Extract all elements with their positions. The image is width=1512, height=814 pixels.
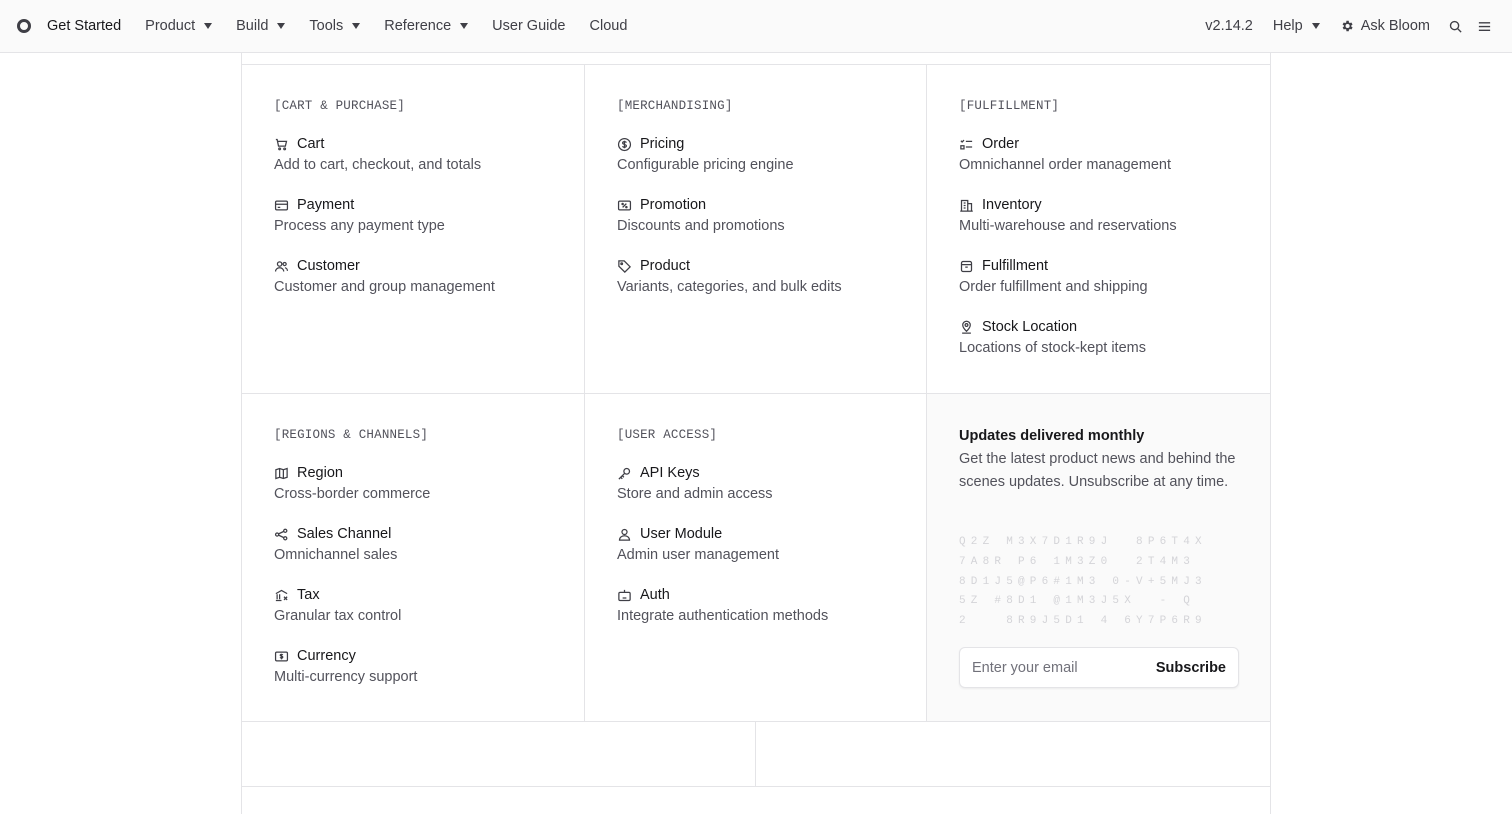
search-icon — [1449, 20, 1462, 33]
module-auth[interactable]: Auth Integrate authentication methods — [617, 585, 828, 624]
module-stock-location[interactable]: Stock Location Locations of stock-kept i… — [959, 317, 1146, 356]
box-icon — [960, 260, 973, 272]
section-label: [FULFILLMENT] — [959, 99, 1060, 113]
module-tax[interactable]: Tax Granular tax control — [274, 585, 401, 624]
nav-build[interactable]: Build — [236, 18, 286, 34]
section-label: [USER ACCESS] — [617, 428, 718, 442]
user-icon — [618, 528, 631, 541]
caret-down-icon — [460, 23, 469, 29]
key-icon — [618, 467, 631, 480]
module-product[interactable]: Product Variants, categories, and bulk e… — [617, 256, 842, 295]
section-label: [REGIONS & CHANNELS] — [274, 428, 429, 442]
caret-down-icon — [277, 23, 286, 29]
grid-divider — [241, 721, 1271, 722]
module-currency[interactable]: Currency Multi-currency support — [274, 646, 417, 685]
grid-divider — [755, 722, 756, 786]
robot-icon — [618, 589, 631, 601]
module-api-keys[interactable]: API Keys Store and admin access — [617, 463, 773, 502]
section-label: [CART & PURCHASE] — [274, 99, 405, 113]
menu-icon — [1478, 21, 1491, 31]
nav-tools[interactable]: Tools — [309, 18, 361, 34]
top-navbar: Get Started Product Build Tools Referenc… — [0, 0, 1512, 53]
section-merchandising: [MERCHANDISING] Pricing Configurable pri… — [617, 99, 917, 379]
email-input[interactable] — [960, 659, 1140, 676]
search-button[interactable] — [1448, 19, 1463, 34]
section-regions-channels: [REGIONS & CHANNELS] Region Cross-border… — [274, 428, 574, 708]
nav-product[interactable]: Product — [145, 18, 213, 34]
receipt-percent-icon — [617, 200, 632, 210]
nav-left: Get Started Product Build Tools Referenc… — [0, 0, 651, 52]
grid-divider — [241, 786, 1271, 787]
section-user-access: [USER ACCESS] API Keys Store and admin a… — [617, 428, 917, 708]
map-icon — [275, 467, 288, 479]
section-cart-purchase: [CART & PURCHASE] Cart Add to cart, chec… — [274, 99, 574, 379]
newsletter-description: Get the latest product news and behind t… — [959, 451, 1236, 490]
nav-right: v2.14.2 Help Ask Bloom — [1205, 0, 1512, 52]
module-order[interactable]: Order Omnichannel order management — [959, 134, 1171, 173]
module-customer[interactable]: Customer Customer and group management — [274, 256, 495, 295]
caret-down-icon — [352, 23, 361, 29]
module-fulfillment[interactable]: Fulfillment Order fulfillment and shippi… — [959, 256, 1148, 295]
nav-cloud[interactable]: Cloud — [590, 18, 628, 34]
decorative-noise-text: Q2Z M3X7D1R9J 8P6T4X 7A8R P6 1M3Z0 2T4M3 8… — [959, 536, 1207, 628]
nav-user-guide[interactable]: User Guide — [492, 18, 565, 34]
version-selector[interactable]: v2.14.2 — [1205, 18, 1253, 34]
checklist-icon — [960, 139, 973, 149]
banknote-icon — [274, 651, 289, 661]
module-pricing[interactable]: Pricing Configurable pricing engine — [617, 134, 794, 173]
module-promotion[interactable]: Promotion Discounts and promotions — [617, 195, 785, 234]
module-payment[interactable]: Payment Process any payment type — [274, 195, 445, 234]
module-inventory[interactable]: Inventory Multi-warehouse and reservatio… — [959, 195, 1177, 234]
users-icon — [274, 260, 289, 272]
nav-reference[interactable]: Reference — [384, 18, 469, 34]
module-user[interactable]: User Module Admin user management — [617, 524, 779, 563]
gear-icon — [1342, 20, 1353, 32]
module-cart[interactable]: Cart Add to cart, checkout, and totals — [274, 134, 481, 173]
grid-border-right — [1270, 53, 1271, 814]
newsletter: Updates delivered monthly Get the latest… — [959, 428, 1249, 493]
nav-help[interactable]: Help — [1273, 18, 1320, 34]
currency-dollar-icon — [617, 137, 632, 151]
grid-divider — [584, 64, 585, 721]
logo-icon[interactable] — [17, 19, 31, 33]
grid-border-left — [241, 53, 242, 814]
module-region[interactable]: Region Cross-border commerce — [274, 463, 430, 502]
module-sales-channel[interactable]: Sales Channel Omnichannel sales — [274, 524, 397, 563]
building-icon — [960, 199, 973, 212]
map-pin-icon — [962, 320, 971, 334]
caret-down-icon — [1311, 23, 1320, 29]
credit-card-icon — [274, 200, 289, 210]
cart-icon — [275, 138, 288, 150]
caret-down-icon — [204, 23, 213, 29]
tag-icon — [618, 259, 632, 273]
email-subscribe-form: Subscribe — [959, 647, 1239, 688]
section-fulfillment: [FULFILLMENT] Order Omnichannel order ma… — [959, 99, 1259, 379]
nav-get-started[interactable]: Get Started — [47, 18, 121, 34]
grid-divider — [241, 64, 1271, 65]
section-label: [MERCHANDISING] — [617, 99, 733, 113]
share-icon — [274, 528, 288, 540]
subscribe-button[interactable]: Subscribe — [1156, 660, 1226, 676]
menu-button[interactable] — [1477, 19, 1492, 34]
ask-bloom-button[interactable]: Ask Bloom — [1340, 18, 1430, 34]
tax-icon — [275, 589, 288, 601]
newsletter-title: Updates delivered monthly — [959, 428, 1145, 444]
